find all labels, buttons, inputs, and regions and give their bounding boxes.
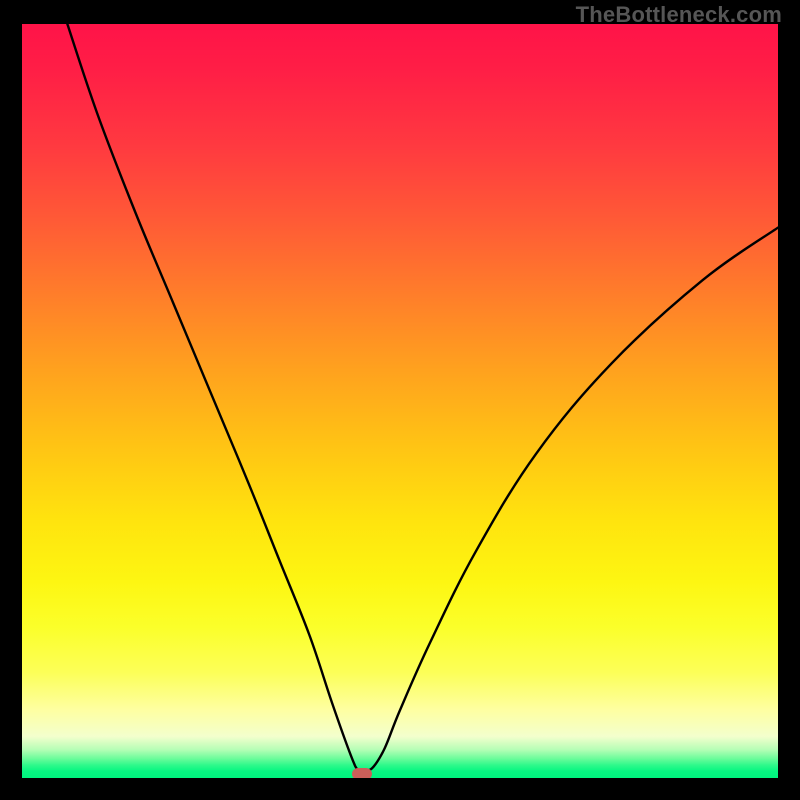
optimal-point-marker (352, 768, 372, 778)
chart-frame: TheBottleneck.com (0, 0, 800, 800)
plot-area (22, 24, 778, 778)
bottleneck-curve (22, 24, 778, 778)
